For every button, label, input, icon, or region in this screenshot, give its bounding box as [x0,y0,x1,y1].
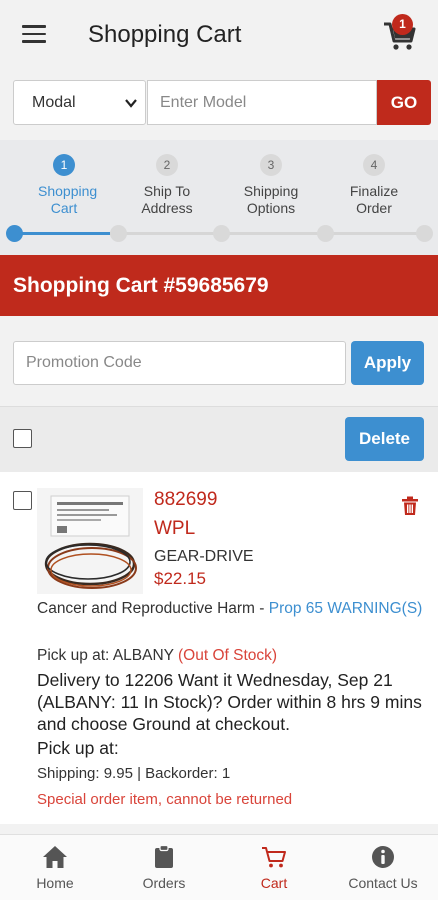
home-icon [43,846,67,868]
model-type-select[interactable]: Modal [13,80,146,125]
step-number: 2 [156,154,178,176]
hamburger-menu-icon[interactable] [22,25,46,45]
step-label: Finalize Order [349,183,399,216]
cart-title-banner: Shopping Cart #59685679 [0,255,438,316]
delivery-estimate: Delivery to 12206 Want it Wednesday, Sep… [37,670,422,734]
pickup-at-label: Pick up at: [37,738,119,758]
product-photo-icon [37,488,143,594]
product-image[interactable] [37,488,143,594]
apply-button[interactable]: Apply [351,341,424,385]
bottom-navigation: Home Orders Cart Contact Us [0,834,438,900]
progress-dot [6,225,23,242]
step-number: 4 [363,154,385,176]
step-label: Shopping Cart [38,183,98,216]
trash-icon[interactable] [401,496,419,516]
step-number: 3 [260,154,282,176]
progress-dot [213,225,230,242]
warning-text: Cancer and Reproductive Harm - [37,600,269,617]
promotion-code-input[interactable] [13,341,346,385]
nav-label: Orders [142,875,186,891]
nav-orders[interactable]: Orders [109,845,219,891]
nav-cart[interactable]: Cart [219,845,329,891]
stock-status: (Out Of Stock) [178,647,278,664]
page-title: Shopping Cart [88,21,242,48]
product-price: $22.15 [154,569,206,588]
prop65-warning-link[interactable]: Prop 65 WARNING(S) [269,600,423,617]
select-all-checkbox[interactable] [13,429,32,448]
nav-label: Cart [260,875,288,891]
step-number: 1 [53,154,75,176]
delete-button[interactable]: Delete [345,417,424,461]
step-finalize-order[interactable]: 4 Finalize Order [322,154,426,217]
clipboard-icon [155,845,173,868]
product-description: GEAR-DRIVE [154,548,254,565]
cart-actions-bar: Delete [0,406,438,472]
info-icon [372,846,394,868]
model-search-input[interactable] [147,80,377,125]
step-shopping-cart[interactable]: 1 Shopping Cart [12,154,116,217]
progress-dot [110,225,127,242]
chevron-down-icon [125,99,137,108]
step-label: Ship To Address [141,183,193,216]
model-type-value: Modal [32,94,76,111]
step-ship-to-address[interactable]: 2 Ship To Address [115,154,219,217]
progress-fill [14,232,110,235]
go-button[interactable]: GO [377,80,431,125]
cart-icon [262,847,286,868]
nav-label: Contact Us [348,875,418,891]
cart-count-badge: 1 [392,14,413,35]
promo-section: Apply [0,316,438,406]
checkout-steps: 1 Shopping Cart 2 Ship To Address 3 Ship… [0,140,438,255]
step-shipping-options[interactable]: 3 Shipping Options [219,154,323,217]
cart-item: 882699 WPL GEAR-DRIVE $22.15 Cancer and … [0,472,438,824]
step-label: Shipping Options [243,183,299,216]
model-search-bar: Modal GO [13,80,431,125]
brand-name: WPL [154,518,196,539]
nav-label: Home [36,875,74,891]
nav-home[interactable]: Home [0,845,110,891]
pickup-location: Pick up at: ALBANY [37,647,179,664]
shipping-info: Shipping: 9.95 | Backorder: 1 [37,765,231,782]
pickup-availability: Pick up at: ALBANY (Out Of Stock) [37,647,277,665]
app-header: Shopping Cart 1 [0,0,438,72]
item-checkbox[interactable] [13,491,32,510]
part-number[interactable]: 882699 [154,489,217,511]
return-policy-note: Special order item, cannot be returned [37,791,293,808]
progress-dot [317,225,334,242]
nav-contact-us[interactable]: Contact Us [328,845,438,891]
progress-dot [416,225,433,242]
prop65-warning: Cancer and Reproductive Harm - Prop 65 W… [37,599,427,619]
